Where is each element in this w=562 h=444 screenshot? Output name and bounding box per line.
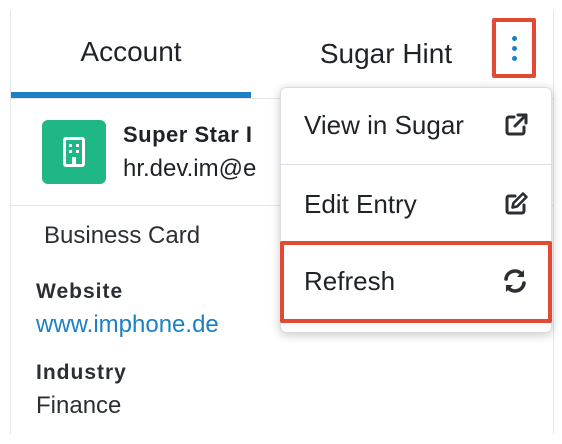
tab-sugar-hint[interactable]: Sugar Hint xyxy=(281,10,491,98)
kebab-dot-icon xyxy=(511,55,517,61)
menu-divider xyxy=(281,164,551,165)
menu-item-edit-entry[interactable]: Edit Entry xyxy=(281,167,551,241)
section-title: Business Card xyxy=(44,222,201,249)
more-options-button[interactable] xyxy=(492,18,536,78)
external-link-icon xyxy=(503,112,529,138)
kebab-dot-icon xyxy=(511,45,517,51)
account-name: Super Star I xyxy=(123,122,253,147)
account-email: hr.dev.im@e xyxy=(123,155,257,182)
tab-account[interactable]: Account xyxy=(11,10,251,98)
more-options-menu: View in Sugar Edit Entry Refresh xyxy=(280,87,552,333)
website-link[interactable]: www.imphone.de xyxy=(36,311,219,339)
menu-item-refresh[interactable]: Refresh xyxy=(281,244,551,318)
edit-icon xyxy=(503,191,529,217)
menu-divider xyxy=(281,242,551,243)
refresh-icon xyxy=(501,267,529,295)
industry-value: Finance xyxy=(36,392,122,419)
industry-label: Industry xyxy=(36,361,127,384)
menu-item-label: View in Sugar xyxy=(304,109,464,140)
kebab-dot-icon xyxy=(511,35,517,41)
building-icon xyxy=(42,120,106,184)
menu-item-view-in-sugar[interactable]: View in Sugar xyxy=(281,88,551,162)
tab-sugar-hint-label: Sugar Hint xyxy=(319,38,453,69)
tab-account-label: Account xyxy=(80,36,182,67)
website-label: Website xyxy=(36,280,124,303)
menu-item-label: Edit Entry xyxy=(304,188,417,219)
menu-item-label: Refresh xyxy=(304,265,396,296)
